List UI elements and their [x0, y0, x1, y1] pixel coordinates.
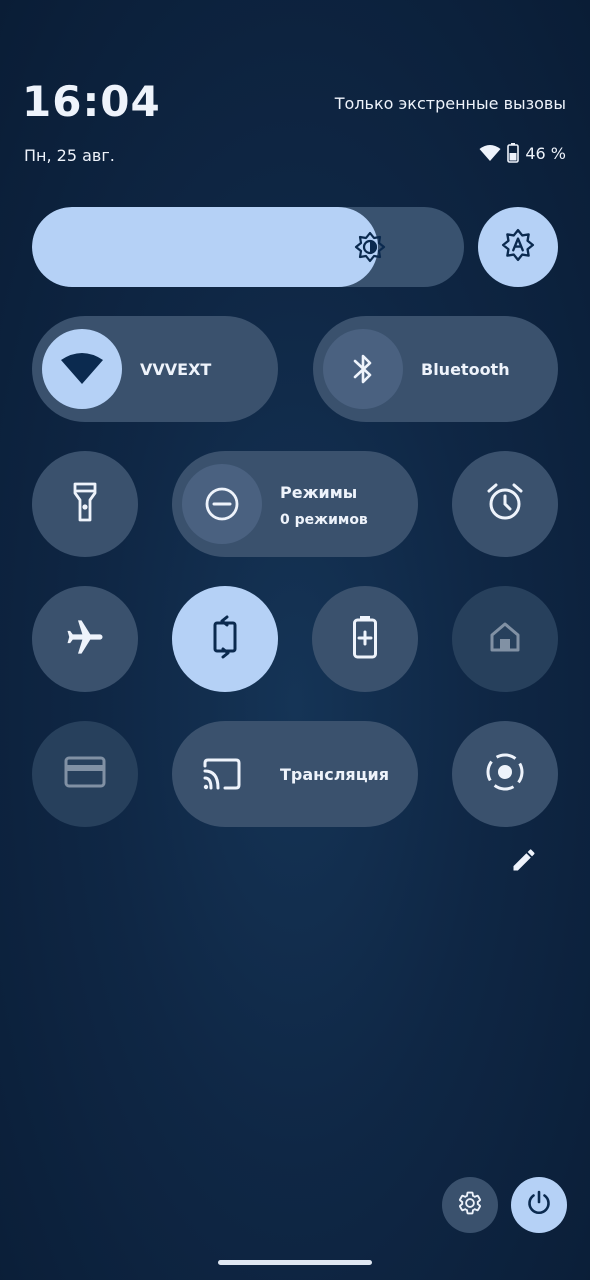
battery-percent: 46 %: [525, 143, 566, 163]
screen-record-tile[interactable]: [452, 721, 558, 827]
modes-tile[interactable]: Режимы 0 режимов: [172, 451, 418, 557]
card-icon: [64, 755, 106, 793]
gesture-handle[interactable]: [218, 1260, 372, 1265]
alarm-icon: [485, 482, 525, 526]
cast-icon: [182, 734, 262, 814]
cast-tile[interactable]: Трансляция: [172, 721, 418, 827]
airplane-mode-tile[interactable]: [32, 586, 138, 692]
power-button[interactable]: [511, 1177, 567, 1233]
cast-tile-label: Трансляция: [280, 765, 390, 784]
home-icon: [487, 619, 523, 659]
home-tile[interactable]: [452, 586, 558, 692]
battery-status-icon: [507, 143, 520, 163]
flashlight-icon: [72, 481, 98, 527]
rotate-icon: [209, 615, 241, 663]
do-not-disturb-icon: [182, 464, 262, 544]
wifi-tile[interactable]: VVVEXT: [32, 316, 278, 422]
auto-rotate-tile[interactable]: [172, 586, 278, 692]
screen-record-icon: [484, 751, 526, 797]
modes-tile-label: Режимы: [280, 483, 358, 502]
brightness-icon: [354, 231, 386, 263]
gear-icon: [457, 1190, 483, 1220]
wifi-tile-label: VVVEXT: [140, 360, 212, 379]
wifi-status-icon: [479, 144, 501, 162]
status-icons: 46 %: [479, 143, 566, 163]
bluetooth-tile[interactable]: Bluetooth: [313, 316, 558, 422]
alarm-tile[interactable]: [452, 451, 558, 557]
auto-brightness-button[interactable]: [478, 207, 558, 287]
brightness-slider-fill[interactable]: [32, 207, 378, 287]
pencil-icon: [510, 846, 538, 878]
bluetooth-icon: [323, 329, 403, 409]
battery-saver-tile[interactable]: [312, 586, 418, 692]
clock[interactable]: 16:04: [22, 78, 161, 126]
airplane-icon: [64, 616, 106, 662]
network-status-text: Только экстренные вызовы: [334, 94, 566, 113]
battery-saver-icon: [352, 615, 378, 663]
wifi-icon: [42, 329, 122, 409]
modes-tile-sublabel: 0 режимов: [280, 512, 368, 528]
auto-brightness-icon: [501, 228, 535, 266]
power-icon: [526, 1190, 552, 1220]
brightness-slider[interactable]: [32, 207, 464, 287]
date-text[interactable]: Пн, 25 авг.: [24, 146, 115, 165]
edit-tiles-button[interactable]: [508, 846, 540, 878]
bluetooth-tile-label: Bluetooth: [421, 360, 510, 379]
flashlight-tile[interactable]: [32, 451, 138, 557]
wallet-tile[interactable]: [32, 721, 138, 827]
settings-button[interactable]: [442, 1177, 498, 1233]
